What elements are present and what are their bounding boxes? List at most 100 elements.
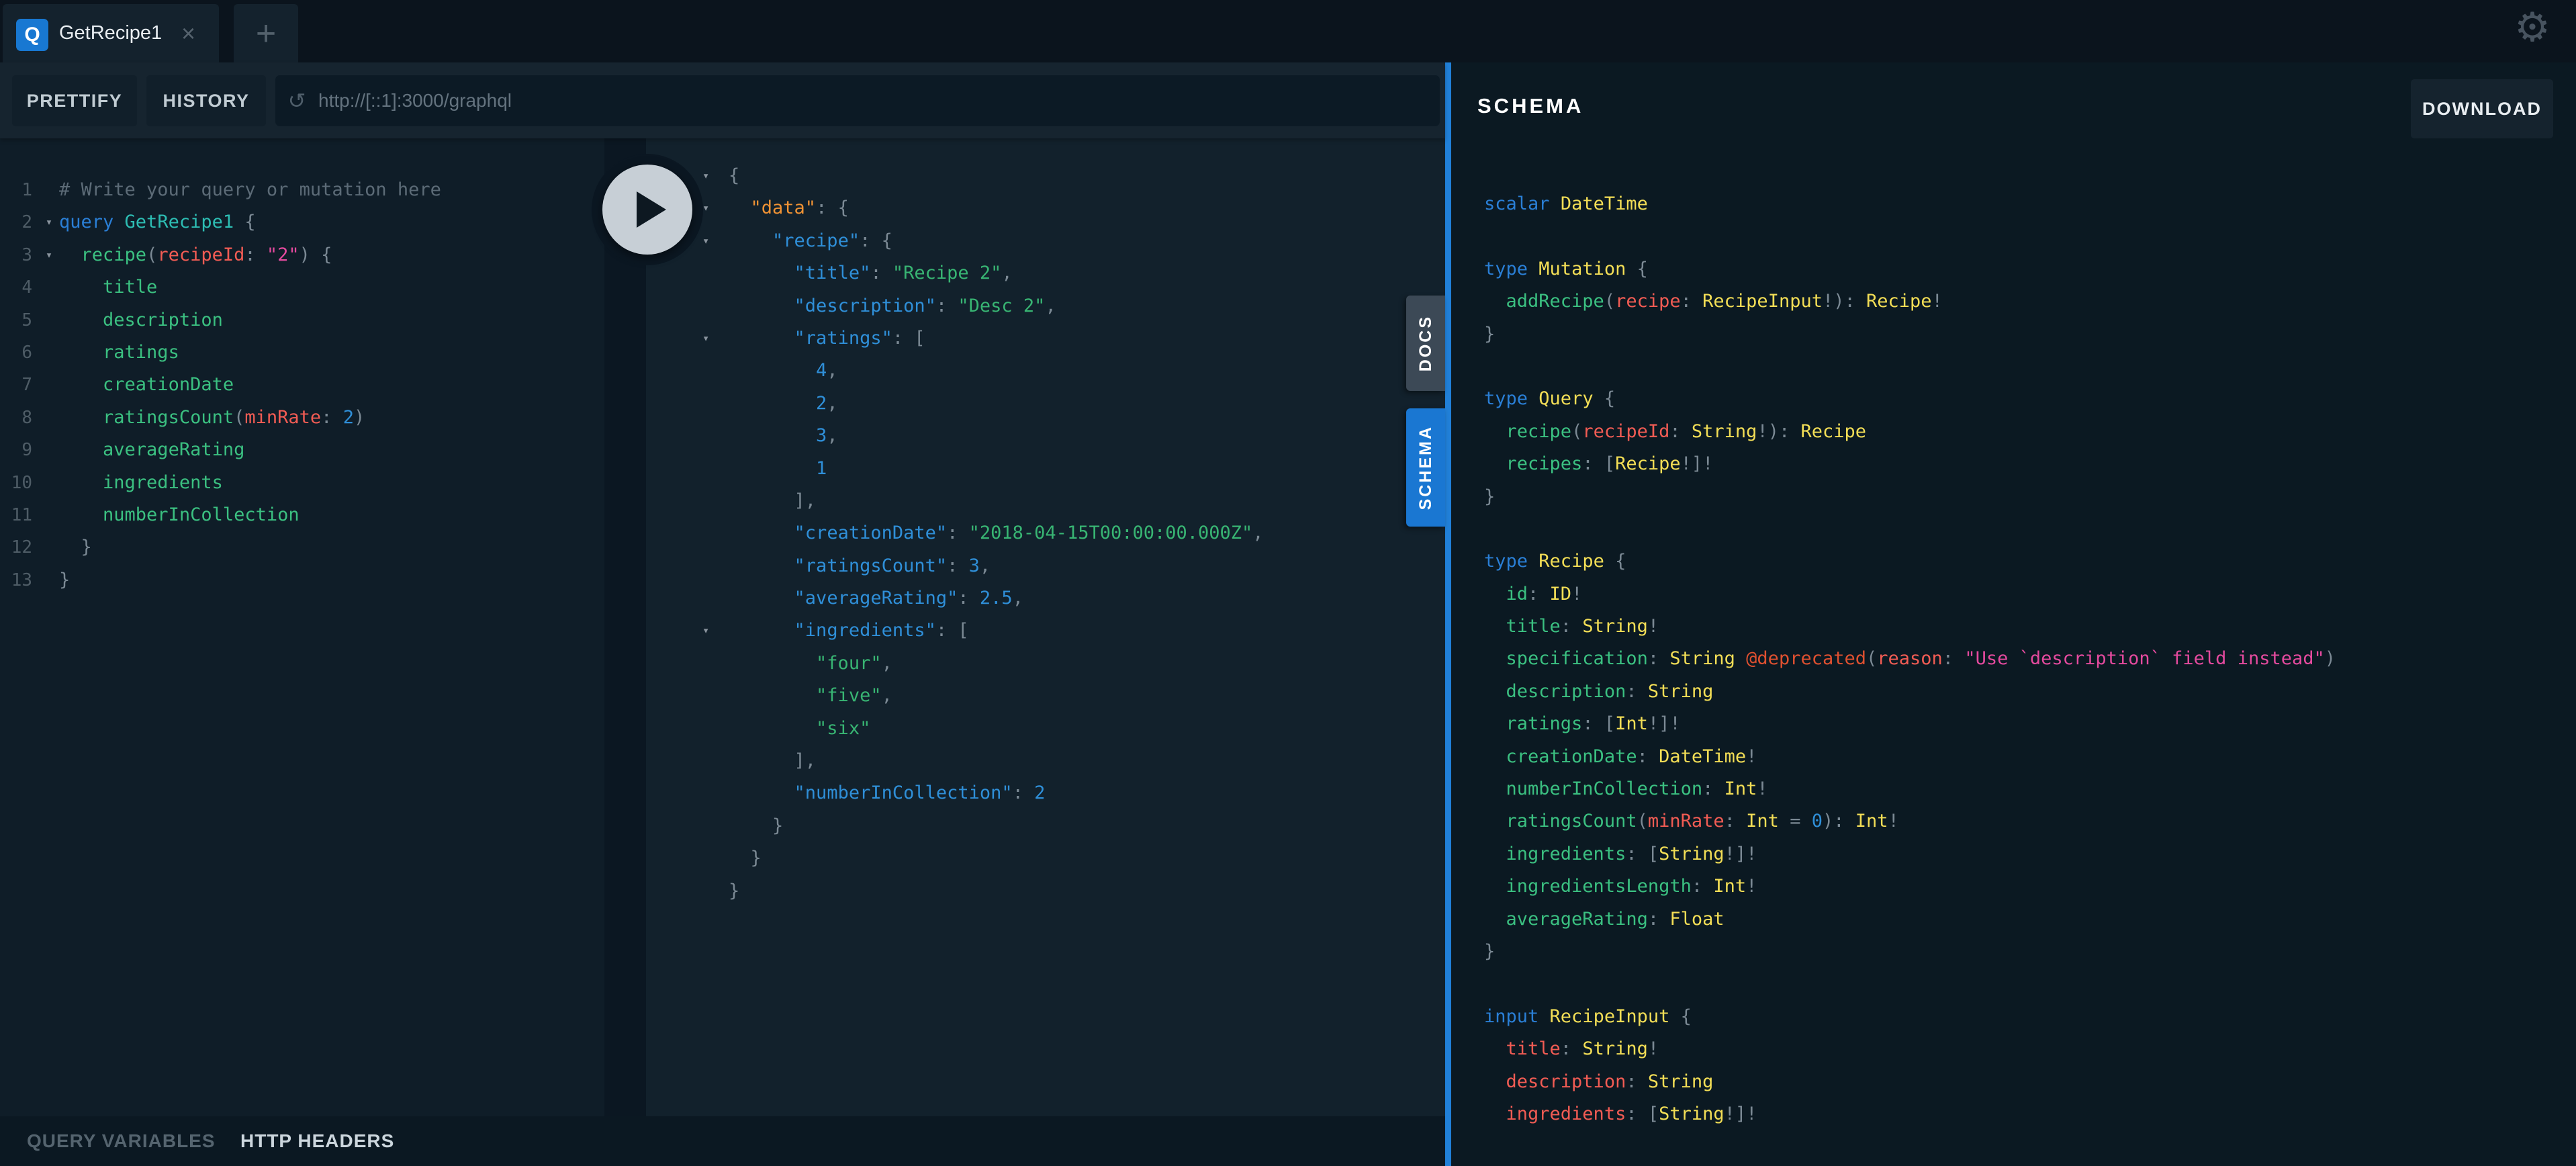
code-line: recipes: [Recipe!]!	[1484, 448, 2559, 480]
code-line: creationDate: DateTime!	[1484, 741, 2559, 773]
code-line: }	[1484, 481, 2559, 513]
schema-divider[interactable]	[1445, 62, 1451, 1166]
new-tab-button[interactable]: +	[234, 4, 298, 62]
line-number: 4	[0, 271, 39, 304]
code-line: 10 ingredients	[0, 467, 598, 499]
execute-query-button[interactable]	[602, 165, 692, 255]
code-line: }	[1484, 318, 2559, 351]
code-line: averageRating: Float	[1484, 903, 2559, 936]
pane-separator	[604, 138, 646, 1116]
code-line: 6 ratings	[0, 337, 598, 369]
fold-arrow-icon[interactable]: ▾	[698, 322, 729, 355]
docs-side-tab[interactable]: DOCS	[1406, 296, 1445, 391]
code-line: 4,	[698, 355, 1437, 387]
code-line: ingredients: [String!]!	[1484, 838, 2559, 870]
line-number: 7	[0, 369, 39, 401]
reload-icon[interactable]: ↺	[275, 88, 318, 114]
code-line: "five",	[698, 680, 1437, 712]
schema-panel-title: SCHEMA	[1477, 94, 1583, 118]
fold-arrow-icon[interactable]: ▾	[39, 239, 59, 271]
code-line: scalar DateTime	[1484, 188, 2559, 220]
code-line: 7 creationDate	[0, 369, 598, 401]
code-line: 3▾ recipe(recipeId: "2") {	[0, 239, 598, 271]
graphql-playground-window: Q GetRecipe1 × + ⚙ PRETTIFY HISTORY ↺ 1#…	[0, 0, 2576, 1166]
code-line: 5 description	[0, 304, 598, 337]
endpoint-url-input[interactable]	[318, 90, 1440, 111]
code-line: 9 averageRating	[0, 434, 598, 466]
line-number: 8	[0, 402, 39, 434]
code-line: numberInCollection: Int!	[1484, 773, 2559, 805]
code-line: addRecipe(recipe: RecipeInput!): Recipe!	[1484, 285, 2559, 318]
code-line: 11 numberInCollection	[0, 499, 598, 531]
code-line	[1484, 351, 2559, 383]
fold-arrow-icon[interactable]: ▾	[698, 225, 729, 257]
tab-title: GetRecipe1	[59, 4, 162, 62]
history-button[interactable]: HISTORY	[146, 75, 266, 126]
code-line: ratings: [Int!]!	[1484, 708, 2559, 740]
http-headers-tab[interactable]: HTTP HEADERS	[240, 1116, 394, 1166]
query-editor[interactable]: 1# Write your query or mutation here2▾qu…	[0, 174, 598, 596]
query-variables-tab[interactable]: QUERY VARIABLES	[27, 1116, 216, 1166]
fold-arrow-icon[interactable]: ▾	[698, 160, 729, 192]
code-line: ▾ "recipe": {	[698, 225, 1437, 257]
code-line: 12 }	[0, 531, 598, 564]
code-line: "averageRating": 2.5,	[698, 582, 1437, 615]
tab-getrecipe1[interactable]: Q GetRecipe1 ×	[3, 4, 219, 62]
code-line: ▾{	[698, 160, 1437, 192]
code-line: type Mutation {	[1484, 253, 2559, 285]
code-line: ratingsCount(minRate: Int = 0): Int!	[1484, 805, 2559, 838]
docs-tab-label: DOCS	[1416, 315, 1436, 371]
code-line: 4 title	[0, 271, 598, 304]
code-line: 2▾query GetRecipe1 {	[0, 206, 598, 238]
code-line: }	[1484, 936, 2559, 968]
code-line: type Query {	[1484, 383, 2559, 415]
schema-tab-label: SCHEMA	[1416, 425, 1436, 510]
code-line: 13}	[0, 564, 598, 596]
query-type-icon: Q	[16, 19, 48, 51]
code-line: title: String!	[1484, 1033, 2559, 1065]
code-line: recipe(recipeId: String!): Recipe	[1484, 416, 2559, 448]
code-line: "numberInCollection": 2	[698, 777, 1437, 809]
code-line: 2,	[698, 388, 1437, 420]
code-line: title: String!	[1484, 611, 2559, 643]
line-number: 6	[0, 337, 39, 369]
schema-side-tab[interactable]: SCHEMA	[1406, 408, 1445, 527]
close-tab-icon[interactable]: ×	[181, 4, 195, 62]
play-icon	[637, 191, 666, 228]
line-number: 10	[0, 467, 39, 499]
code-line: 8 ratingsCount(minRate: 2)	[0, 402, 598, 434]
line-number: 3	[0, 239, 39, 271]
code-line: 3,	[698, 420, 1437, 452]
toolbar: PRETTIFY HISTORY ↺	[0, 62, 1445, 138]
code-line: ▾ "ingredients": [	[698, 615, 1437, 647]
code-line: "four",	[698, 647, 1437, 680]
top-bar: Q GetRecipe1 × + ⚙	[0, 0, 2576, 62]
prettify-button[interactable]: PRETTIFY	[12, 75, 137, 126]
code-line: ],	[698, 745, 1437, 777]
code-line: "six"	[698, 713, 1437, 745]
code-line: }	[698, 810, 1437, 842]
fold-arrow-icon[interactable]: ▾	[698, 615, 729, 647]
code-line: specification: String @deprecated(reason…	[1484, 643, 2559, 675]
bottom-bar: QUERY VARIABLES HTTP HEADERS	[0, 1116, 1445, 1166]
response-viewer: ▾{▾ "data": {▾ "recipe": { "title": "Rec…	[698, 160, 1437, 907]
code-line: "description": "Desc 2",	[698, 290, 1437, 322]
code-line: ingredients: [String!]!	[1484, 1098, 2559, 1130]
line-number: 13	[0, 564, 39, 596]
line-number: 1	[0, 174, 39, 206]
settings-gear-icon[interactable]: ⚙	[2502, 0, 2563, 58]
code-line: id: ID!	[1484, 578, 2559, 611]
code-line	[1484, 968, 2559, 1000]
code-line: 1	[698, 453, 1437, 485]
download-schema-button[interactable]: DOWNLOAD	[2411, 79, 2553, 138]
code-line: ingredientsLength: Int!	[1484, 870, 2559, 903]
code-line	[1484, 220, 2559, 253]
code-line	[1484, 513, 2559, 545]
code-line: }	[698, 842, 1437, 874]
endpoint-bar: ↺	[275, 75, 1440, 126]
fold-arrow-icon[interactable]: ▾	[39, 206, 59, 238]
line-number: 11	[0, 499, 39, 531]
code-line: type Recipe {	[1484, 545, 2559, 578]
code-line: description: String	[1484, 676, 2559, 708]
code-line: ▾ "data": {	[698, 192, 1437, 224]
